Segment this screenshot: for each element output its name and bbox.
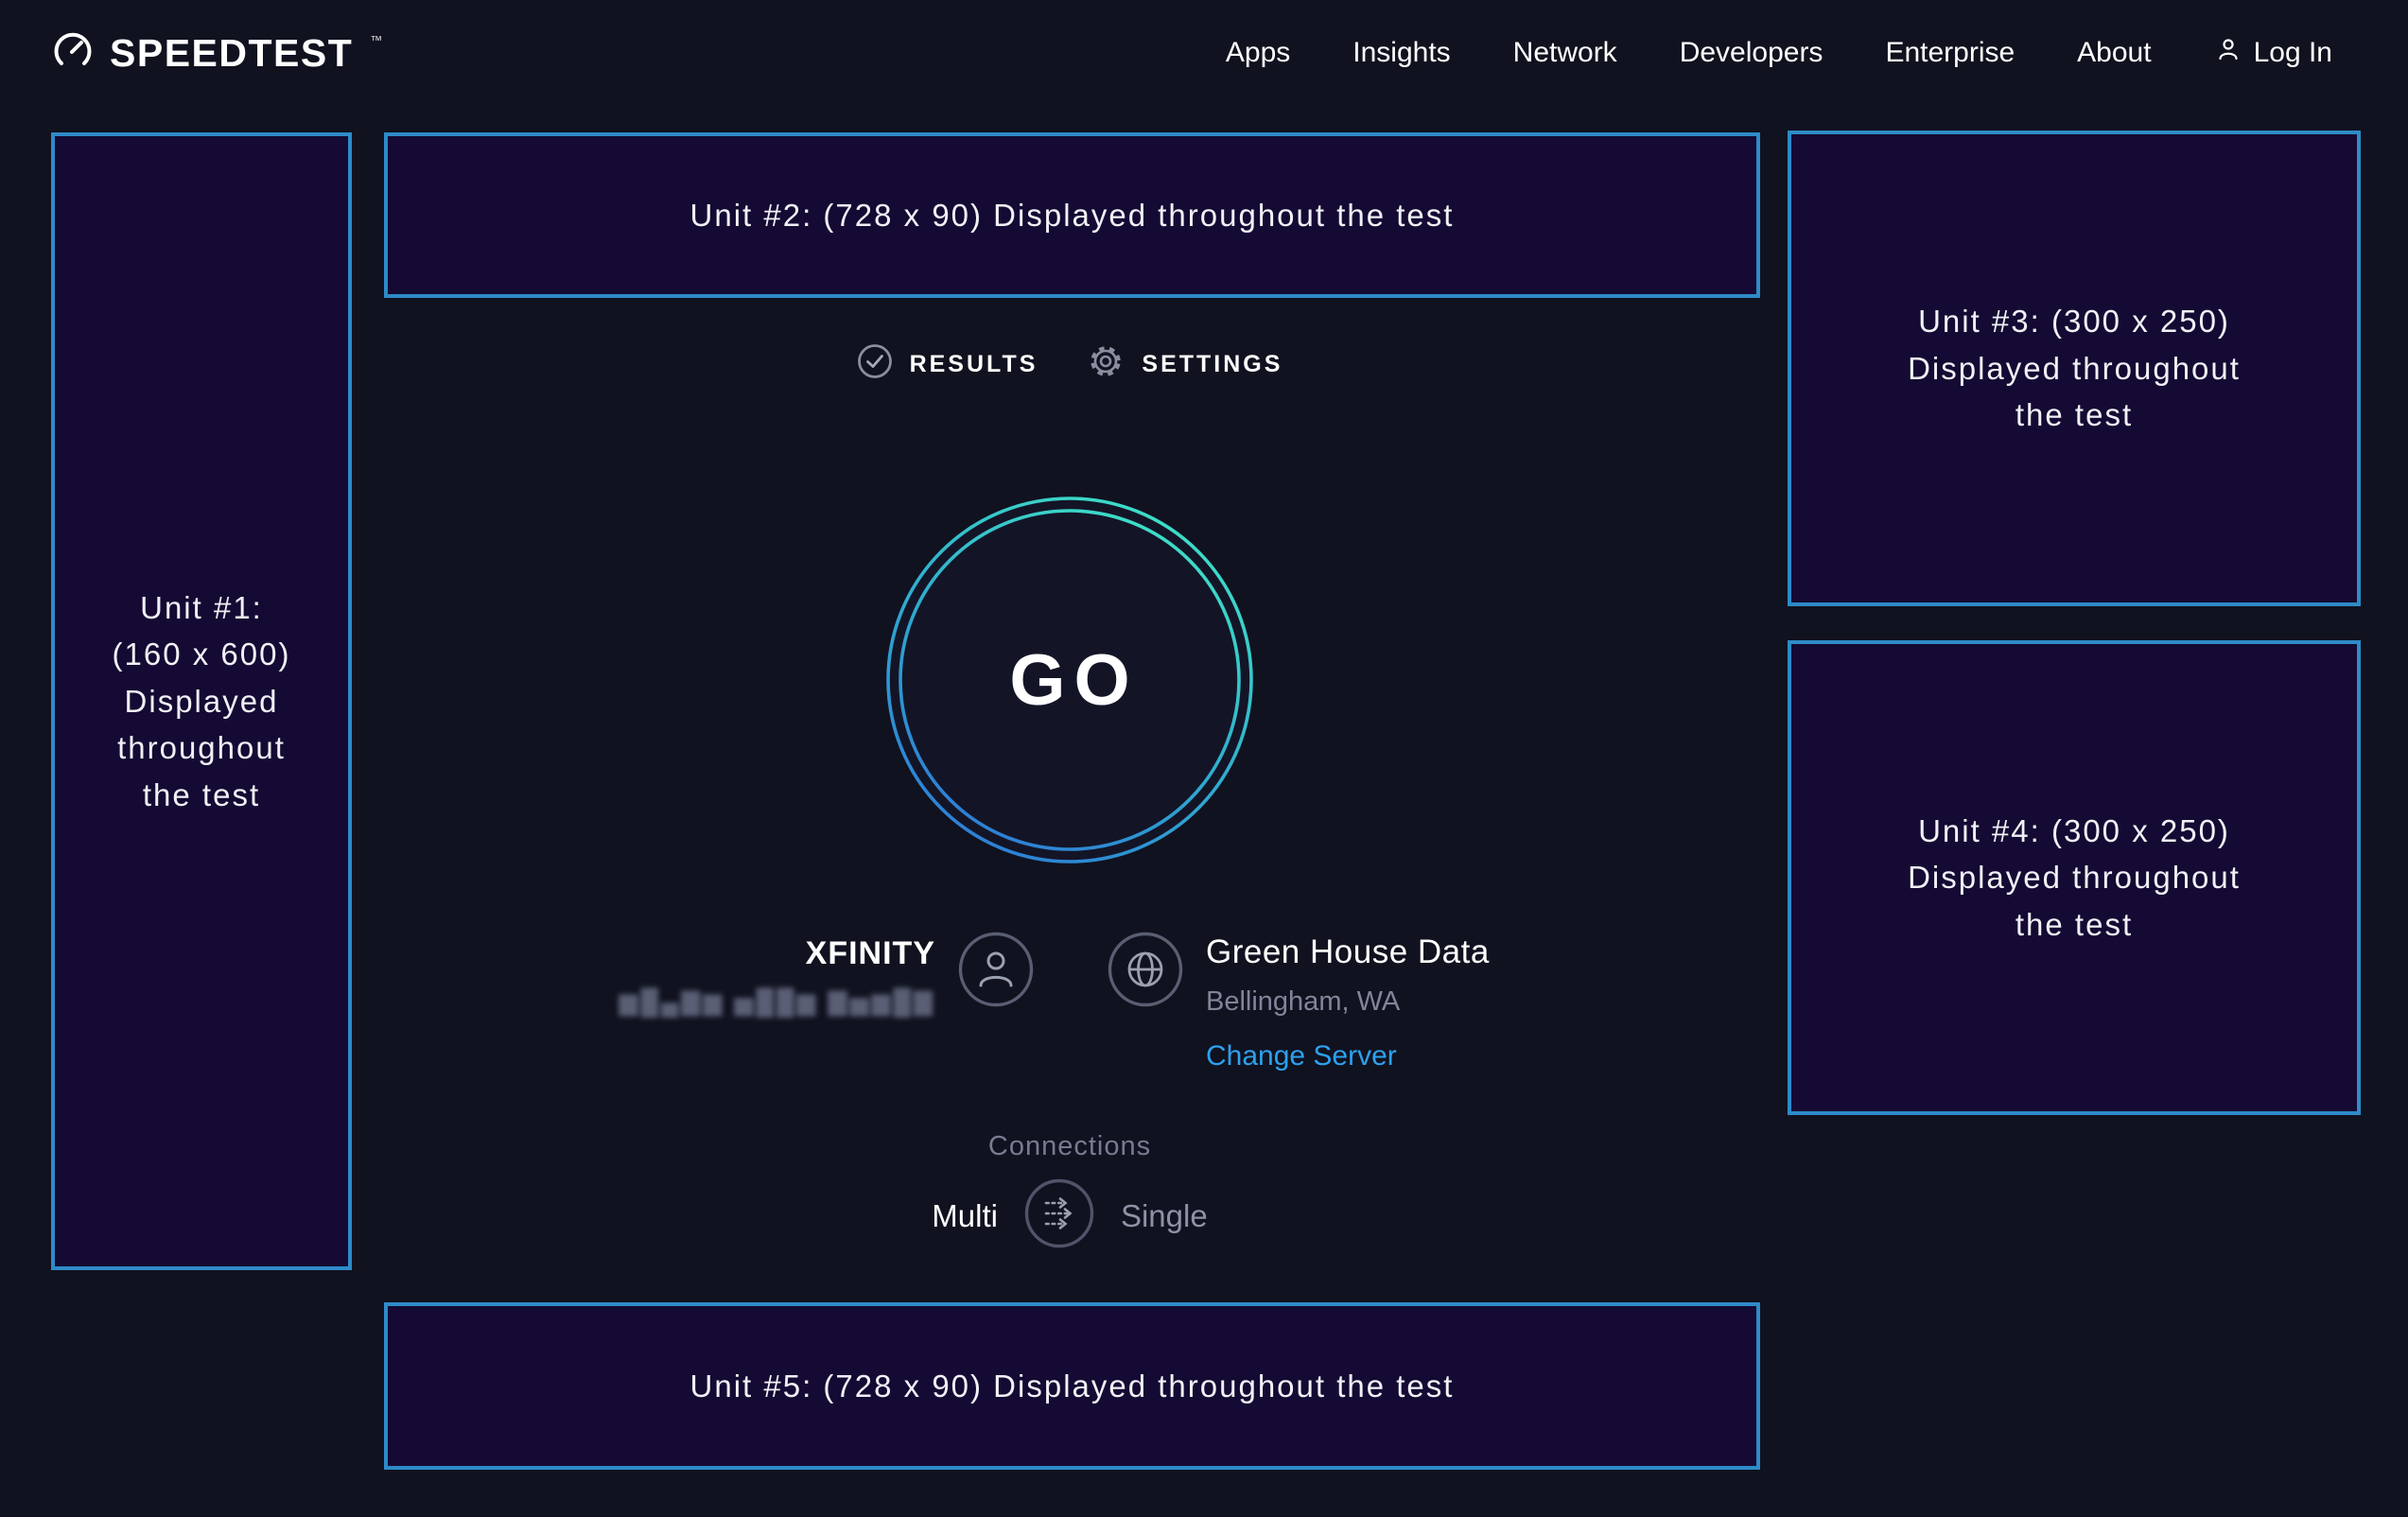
connections-label: Connections [352,1131,1788,1162]
tab-settings-label: SETTINGS [1142,351,1283,378]
change-server-link[interactable]: Change Server [1206,1040,1490,1072]
logo-wordmark: SPEEDTEST [110,31,353,76]
connection-info-row: XFINITY ▆█▄▇▆ ▅██▆ ▇▅▆█▇ [352,922,1788,1072]
tab-settings[interactable]: SETTINGS [1087,342,1283,387]
tab-results-label: RESULTS [910,351,1038,378]
isp-text-block: XFINITY ▆█▄▇▆ ▅██▆ ▇▅▆█▇ [619,935,935,1017]
check-circle-icon [857,343,893,386]
server-info-block: Green House Data Bellingham, WA Change S… [1206,933,1490,1072]
isp-user-circle-icon [958,932,1034,1012]
server-globe-circle-icon [1108,932,1183,1012]
nav-item-about[interactable]: About [2077,37,2151,69]
isp-name: XFINITY [619,935,935,972]
server-name: Green House Data [1206,933,1490,971]
speedtest-page: SPEEDTEST ™ Apps Insights Network Develo… [0,0,2408,1517]
ad-unit-4-rectangle: Unit #4: (300 x 250) Displayed throughou… [1788,640,2361,1115]
ad-unit-1-skyscraper: Unit #1: (160 x 600) Displayed throughou… [51,132,352,1270]
login-button[interactable]: Log In [2214,35,2332,71]
server-block: Green House Data Bellingham, WA Change S… [1070,922,1788,1072]
server-location: Bellingham, WA [1206,986,1490,1018]
ad-unit-4-text: Unit #4: (300 x 250) Displayed throughou… [1908,808,2241,949]
ad-unit-1-text: Unit #1: (160 x 600) Displayed throughou… [113,584,291,819]
multi-connections-icon[interactable] [1024,1178,1094,1253]
speedometer-icon [51,29,95,78]
speedtest-logo[interactable]: SPEEDTEST ™ [51,29,380,78]
isp-block: XFINITY ▆█▄▇▆ ▅██▆ ▇▅▆█▇ [352,922,1070,1072]
ad-unit-3-text: Unit #3: (300 x 250) Displayed throughou… [1908,298,2241,439]
go-button[interactable]: GO [885,496,1254,864]
user-icon [2214,35,2242,71]
go-button-label: GO [885,496,1254,864]
gear-icon [1087,342,1125,387]
connection-mode-toggle: Multi Single [352,1178,1788,1253]
mode-multi-label[interactable]: Multi [932,1198,998,1234]
isp-ip-redacted: ▆█▄▇▆ ▅██▆ ▇▅▆█▇ [619,987,935,1017]
tabs-row: RESULTS SETTINGS [352,342,1788,387]
ad-unit-3-rectangle: Unit #3: (300 x 250) Displayed throughou… [1788,131,2361,606]
speedtest-main-panel: RESULTS SETTINGS [352,0,1788,1517]
tab-results[interactable]: RESULTS [857,343,1038,386]
mode-single-label[interactable]: Single [1121,1198,1208,1234]
login-label: Log In [2254,37,2332,69]
nav-item-enterprise[interactable]: Enterprise [1885,37,2015,69]
